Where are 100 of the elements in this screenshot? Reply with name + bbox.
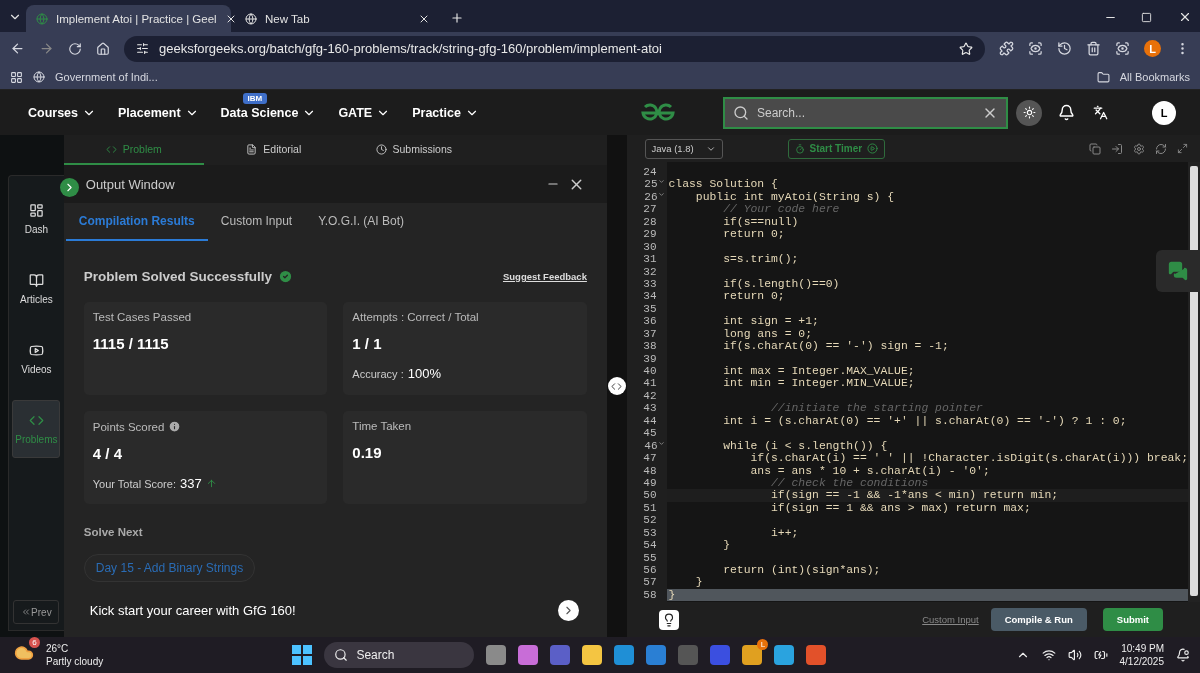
- nav-menu[interactable]: Courses: [28, 105, 97, 120]
- new-tab-icon[interactable]: [450, 11, 464, 25]
- language-select[interactable]: Java (1.8): [644, 138, 723, 159]
- reset-icon[interactable]: [1155, 142, 1167, 155]
- wifi-icon[interactable]: [1041, 648, 1056, 662]
- app-icon[interactable]: [806, 645, 827, 665]
- timer-button[interactable]: Start Timer: [787, 138, 886, 159]
- bookmark-star-icon[interactable]: [959, 41, 973, 56]
- clock[interactable]: 10:49 PM 4/12/2025: [1119, 642, 1164, 668]
- user-avatar[interactable]: L: [1152, 100, 1176, 125]
- extra-value: 337: [179, 476, 202, 491]
- nav-menu[interactable]: Placement: [118, 105, 199, 120]
- line-number: 48: [642, 464, 658, 477]
- code-line: return 0;: [722, 228, 786, 241]
- forward-icon[interactable]: [39, 41, 54, 56]
- panel-title: Output Window: [85, 176, 175, 192]
- settings-icon[interactable]: [1133, 142, 1145, 155]
- next-button[interactable]: [557, 600, 579, 621]
- compile-run-button[interactable]: Compile & Run: [990, 608, 1087, 631]
- prev-button[interactable]: Prev: [13, 600, 60, 624]
- fold-icon[interactable]: [657, 190, 665, 198]
- card-value: 4 / 4: [92, 445, 123, 462]
- theme-toggle[interactable]: [1016, 99, 1042, 126]
- line-number: 41: [642, 377, 658, 390]
- taskbar-search[interactable]: Search: [324, 642, 475, 668]
- reload-icon[interactable]: [68, 41, 82, 56]
- address-bar[interactable]: geeksforgeeks.org/batch/gfg-160-problems/track/string-gfg-160/problem/implement-atoi: [124, 35, 985, 62]
- alarm-clock-icon: [794, 143, 805, 154]
- line-number: 30: [642, 240, 658, 254]
- copy-icon[interactable]: [1089, 142, 1101, 155]
- search-field[interactable]: Search...: [723, 96, 1008, 129]
- volume-icon[interactable]: [1067, 648, 1082, 662]
- trash-icon[interactable]: [1086, 41, 1101, 56]
- problem-tab[interactable]: Submissions: [343, 135, 484, 165]
- bookmark-link[interactable]: Government of Indi...: [55, 71, 158, 83]
- profile-badge: L: [757, 639, 769, 650]
- url-text: geeksforgeeks.org/batch/gfg-160-problems/track/string-gfg-160/problem/implement-atoi: [159, 41, 663, 56]
- search-icon: [334, 648, 349, 662]
- line-number: 24: [642, 166, 658, 179]
- globe-icon: [33, 71, 45, 83]
- problem-tab[interactable]: Editorial: [203, 135, 344, 165]
- site-info-icon[interactable]: [136, 42, 149, 55]
- browser-app-icon[interactable]: [742, 645, 763, 665]
- fold-icon[interactable]: [657, 439, 665, 447]
- nav-menu[interactable]: GATE: [338, 105, 391, 120]
- sidebar-item[interactable]: Articles: [12, 260, 61, 318]
- weather-text: Partly cloudy: [46, 655, 104, 668]
- line-number: 53: [642, 526, 658, 540]
- code-comment: // check the conditions: [770, 476, 930, 490]
- output-tab[interactable]: Y.O.G.I. (AI Bot): [305, 203, 417, 241]
- bell-icon[interactable]: [1058, 104, 1075, 121]
- fullscreen-icon[interactable]: [1177, 143, 1188, 154]
- bookmark-link[interactable]: All Bookmarks: [1119, 71, 1190, 83]
- extensions-icon[interactable]: [999, 41, 1014, 56]
- sidebar-item[interactable]: Videos: [12, 330, 61, 388]
- fold-icon[interactable]: [657, 178, 665, 186]
- card-value: 1115 / 1115: [92, 335, 170, 352]
- app-icon[interactable]: [582, 645, 603, 665]
- card-label: Points Scored: [92, 420, 165, 433]
- apps-icon[interactable]: [10, 70, 23, 84]
- output-tab[interactable]: Custom Input: [207, 203, 306, 241]
- line-number: 58: [642, 588, 658, 602]
- notifications-icon[interactable]: [1176, 648, 1190, 662]
- code-line: int min = Integer.MIN_VALUE;: [722, 377, 916, 390]
- line-number: 54: [642, 539, 658, 552]
- code-icon: [611, 380, 623, 392]
- back-icon[interactable]: [10, 41, 25, 56]
- hint-button[interactable]: [658, 609, 679, 630]
- play-icon: [867, 143, 879, 154]
- app-icon[interactable]: [614, 645, 635, 665]
- info-icon[interactable]: [168, 420, 182, 433]
- book-icon: [28, 273, 44, 288]
- code-comment: //initiate the starting pointer: [770, 402, 984, 415]
- app-icon[interactable]: [518, 645, 539, 665]
- nav-menu[interactable]: Practice: [412, 105, 479, 120]
- restore-icon[interactable]: [1141, 12, 1152, 23]
- badge: IBM: [242, 92, 268, 104]
- feedback-link[interactable]: Suggest Feedback: [502, 271, 587, 282]
- translate-icon[interactable]: [1093, 105, 1108, 120]
- line-number: 52: [642, 514, 658, 527]
- history-icon[interactable]: [1057, 41, 1072, 56]
- code-line: if(s.charAt(i) == ' ' || !Character.isDigit(s.charAt(i))) break;: [749, 452, 1188, 465]
- submit-button[interactable]: Submit: [1102, 608, 1163, 631]
- app-icon[interactable]: [486, 645, 507, 665]
- start-icon[interactable]: [292, 645, 313, 665]
- output-tab[interactable]: Compilation Results: [65, 203, 208, 241]
- import-icon[interactable]: [1111, 142, 1123, 155]
- code-line: return (int)(sign*ans);: [722, 564, 882, 577]
- app-icon[interactable]: [774, 645, 795, 665]
- sidebar-item[interactable]: Dash: [12, 190, 61, 248]
- home-icon[interactable]: [96, 41, 110, 56]
- code-line: class Solution {: [667, 178, 779, 191]
- custom-input-link[interactable]: Custom Input: [922, 614, 979, 625]
- close-icon[interactable]: [1178, 10, 1192, 24]
- battery-icon[interactable]: [1093, 648, 1108, 662]
- chat-button[interactable]: [1156, 250, 1200, 292]
- browser-tab[interactable]: New Tab: [235, 5, 440, 32]
- scrollbar-thumb[interactable]: [1190, 166, 1198, 596]
- line-number: 44: [642, 414, 658, 428]
- resize-handle[interactable]: [607, 377, 626, 395]
